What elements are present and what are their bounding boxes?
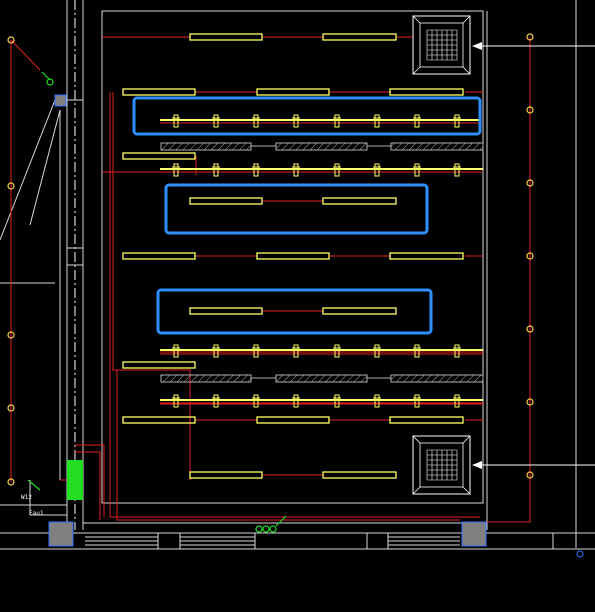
fixture [256,252,330,260]
fixture [122,361,196,369]
fixture [189,471,263,479]
fixture [189,307,263,315]
structural-columns [48,94,487,547]
fixture [322,471,397,479]
grid-marker [576,550,584,558]
column-left-top [54,94,67,107]
column-left-bottom [48,521,74,547]
spotlight-heads [172,114,461,408]
highlight-box-fixtures-upper [164,183,429,235]
ac-unit-grille [426,29,458,61]
slot-row-1-c [390,142,484,151]
slot-row-2-b [275,374,368,383]
slot-row-2-c [390,374,484,383]
switch-symbol [255,525,263,533]
switch-symbol [269,525,277,533]
slot-row-1-b [275,142,368,151]
distribution-panel [67,460,83,500]
ac-pipe-arrow [472,461,482,469]
circuit-tag: W12 [21,494,32,501]
fixture [122,88,196,96]
linear-light-fixtures [122,33,464,479]
ac-unit-grille [426,449,458,481]
ac-unit-top [412,15,595,75]
hatched-slots [160,142,484,383]
fixture [322,197,397,205]
slot-row-1-a [160,142,252,151]
highlight-box-spotlight-row [132,96,482,136]
fixture [389,88,464,96]
spotlight-row-1 [160,119,480,124]
column-right-bottom [461,521,487,547]
highlight-boxes [132,96,482,335]
room-outline [101,10,484,504]
fixture [256,88,330,96]
circuit-tag: Fau1 [29,510,44,517]
cad-drawing: W12 Fau1 [0,0,595,558]
fixture [122,252,196,260]
walls [0,0,595,550]
circuit-wiring [10,36,531,523]
fixture [322,307,397,315]
track-spotlight-rows [160,114,483,408]
fixture [189,197,263,205]
slot-row-2-a [160,374,252,383]
fixture [189,33,263,41]
ac-pipe-arrow [472,42,482,50]
switch-symbol [262,525,270,533]
fixture [256,416,330,424]
fixture [389,416,464,424]
ac-unit-bottom [412,435,595,495]
fixture [389,252,464,260]
fixture [322,33,397,41]
fixture [122,152,196,160]
fixture [122,416,196,424]
